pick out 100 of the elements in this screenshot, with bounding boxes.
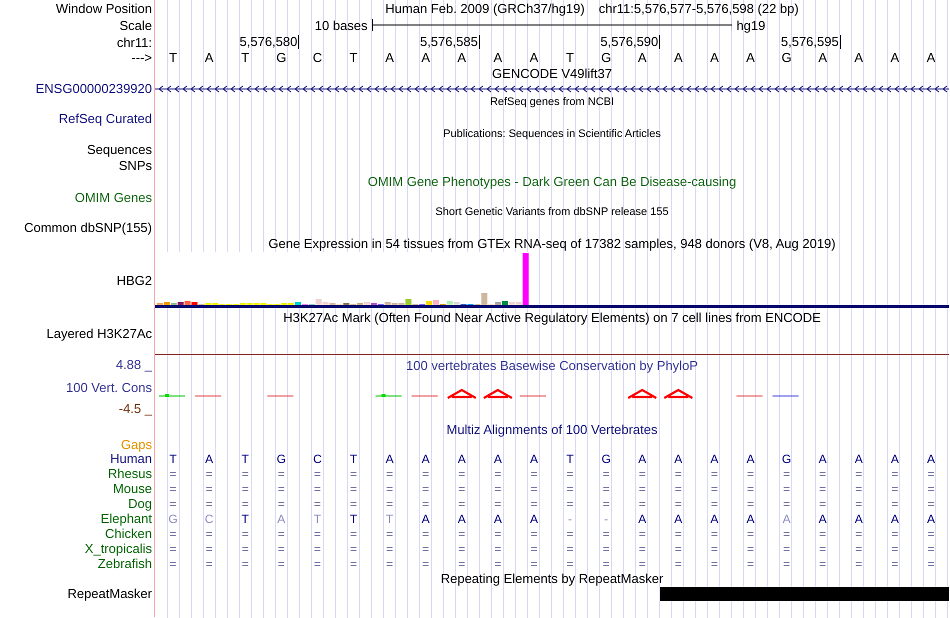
axis-min-label[interactable]: -4.5 _ — [118, 401, 152, 416]
alignment-base: = — [494, 542, 502, 556]
base-letter: A — [926, 50, 936, 64]
axis-max-label[interactable]: 4.88 _ — [116, 357, 152, 372]
alignment-base: = — [783, 482, 790, 496]
track-title: Repeating Elements by RepeatMasker — [440, 571, 664, 586]
base-letter: T — [350, 50, 358, 64]
species-label[interactable]: Mouse — [112, 481, 152, 496]
alignment-base: = — [170, 466, 177, 480]
alignment-base: A — [818, 512, 827, 526]
track-label[interactable]: ENSG00000239920 — [36, 81, 152, 96]
species-label[interactable]: X_tropicalis — [84, 541, 152, 556]
alignment-base: = — [458, 466, 466, 480]
track-title: GENCODE V49lift37 — [492, 66, 612, 80]
alignment-base: = — [566, 542, 574, 556]
alignment-base: = — [314, 556, 321, 570]
alignment-base: = — [494, 496, 502, 510]
alignment-base: = — [855, 556, 862, 570]
alignment-base: = — [530, 482, 538, 496]
alignment-base: = — [819, 542, 826, 556]
alignment-base: = — [710, 526, 718, 540]
alignment-base: A — [854, 452, 863, 466]
track-title: 100 vertebrates Basewise Conservation by PhyloP — [406, 358, 698, 373]
alignment-base: = — [350, 496, 357, 510]
alignment-base: = — [674, 556, 682, 570]
base-letter: T — [566, 50, 574, 64]
alignment-base: = — [530, 542, 538, 556]
base-letter: A — [746, 50, 755, 64]
alignment-base: A — [494, 512, 502, 526]
alignment-base: = — [891, 482, 898, 496]
row-label[interactable]: chr11: — [116, 34, 152, 50]
alignment-base: = — [674, 496, 682, 510]
alignment-base: = — [783, 496, 790, 510]
alignment-base: = — [314, 466, 321, 480]
alignment-base: = — [710, 542, 718, 556]
alignment-base: = — [891, 556, 898, 570]
assembly-name: Human Feb. 2009 (GRCh37/hg19) — [385, 0, 585, 16]
species-label[interactable]: Elephant — [100, 511, 152, 526]
row-label[interactable]: ---> — [131, 50, 152, 65]
alignment-base: = — [206, 466, 213, 480]
alignment-base: = — [602, 496, 610, 510]
alignment-base: = — [422, 496, 430, 510]
species-label[interactable]: Chicken — [105, 526, 152, 541]
alignment-base: = — [783, 542, 790, 556]
track-label[interactable]: RefSeq Curated — [58, 111, 152, 126]
track-label[interactable]: 100 Vert. Cons — [66, 380, 152, 395]
base-letter: G — [601, 50, 612, 64]
alignment-base: A — [674, 512, 682, 526]
alignment-base: = — [710, 482, 718, 496]
alignment-base: = — [386, 482, 394, 496]
track-label[interactable]: HBG2 — [116, 272, 152, 288]
alignment-base: A — [746, 512, 754, 526]
alignment-base: = — [206, 496, 213, 510]
alignment-base: T — [242, 512, 249, 526]
alignment-base: = — [386, 542, 394, 556]
row-label[interactable]: Window Position — [56, 0, 152, 16]
species-label[interactable]: Human — [110, 451, 152, 466]
alignment-base: = — [746, 542, 754, 556]
track-label[interactable]: RepeatMasker — [67, 586, 152, 601]
alignment-base: = — [638, 556, 646, 570]
row-label[interactable]: Scale — [119, 18, 152, 32]
alignment-base: = — [170, 482, 177, 496]
alignment-base: = — [855, 496, 862, 510]
track-label[interactable]: Common dbSNP(155) — [24, 220, 152, 235]
species-label[interactable]: Rhesus — [108, 466, 152, 481]
alignment-base: = — [746, 526, 754, 540]
alignment-base: = — [602, 556, 610, 570]
alignment-base: G — [601, 452, 611, 466]
alignment-base: = — [278, 526, 285, 540]
alignment-base: A — [890, 512, 899, 526]
alignment-base: - — [604, 512, 608, 526]
track-label[interactable]: Layered H3K27Ac — [46, 326, 152, 341]
track-label[interactable]: SNPs — [118, 158, 152, 172]
alignment-base: = — [206, 482, 213, 496]
track-label[interactable]: Sequences — [86, 142, 152, 157]
alignment-base: = — [602, 526, 610, 540]
alignment-base: A — [458, 512, 466, 526]
alignment-base: = — [170, 542, 177, 556]
alignment-base: = — [530, 496, 538, 510]
alignment-base: = — [350, 556, 357, 570]
alignment-base: = — [674, 542, 682, 556]
base-letter: A — [818, 50, 827, 64]
alignment-base: A — [710, 452, 718, 466]
alignment-base: = — [819, 482, 826, 496]
alignment-base: A — [890, 452, 899, 466]
alignment-base: A — [205, 452, 214, 466]
track-label[interactable]: OMIM Genes — [74, 190, 152, 205]
species-label[interactable]: Zebrafish — [98, 556, 152, 571]
alignment-base: = — [206, 542, 213, 556]
species-label[interactable]: Dog — [128, 496, 152, 511]
coordinate-tick: 5,576,585 — [420, 35, 480, 49]
alignment-base: T — [566, 452, 574, 466]
alignment-base: = — [314, 482, 321, 496]
alignment-base: A — [782, 512, 791, 526]
alignment-base: A — [746, 452, 754, 466]
alignment-base: = — [206, 526, 213, 540]
track-title: Gene Expression in 54 tissues from GTEx RNA-seq of 17382 samples, 948 donors (V8, Aug 2019) — [268, 236, 836, 251]
alignment-base: = — [422, 556, 430, 570]
alignment-base: = — [783, 556, 790, 570]
alignment-base: = — [242, 556, 249, 570]
